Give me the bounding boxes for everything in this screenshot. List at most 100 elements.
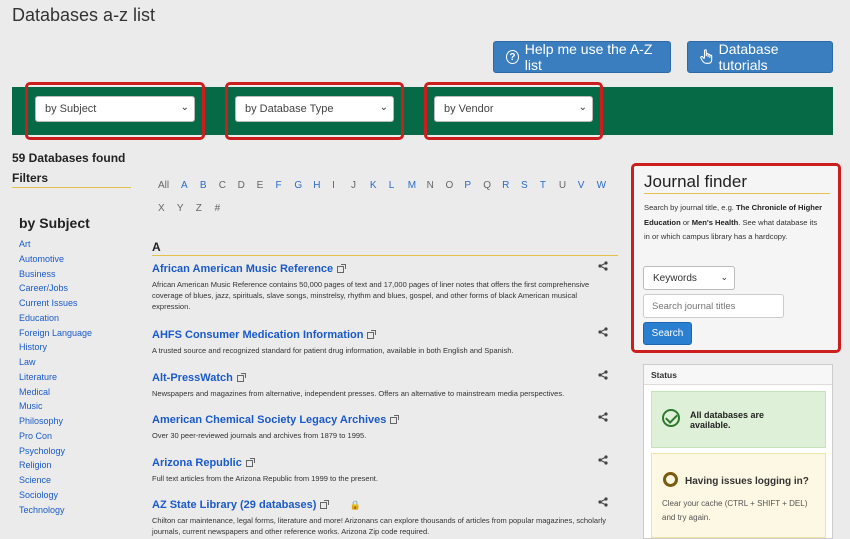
database-item: AZ State Library (29 databases) 🔒 Chilton … — [152, 497, 616, 537]
database-description: African American Music Reference contain… — [152, 280, 590, 311]
az-letter[interactable]: L — [389, 180, 408, 191]
database-item: African American Music Reference African … — [152, 261, 616, 312]
az-letter[interactable]: O — [445, 180, 464, 191]
subject-link[interactable]: Law — [19, 355, 92, 370]
az-letter[interactable]: C — [219, 180, 238, 191]
subject-link[interactable]: Philosophy — [19, 414, 92, 429]
status-ok-alert: All databases are available. — [651, 391, 826, 448]
subject-link[interactable]: Education — [19, 311, 92, 326]
subject-link[interactable]: Literature — [19, 370, 92, 385]
database-item: Alt-PressWatch Newspapers and magazines f… — [152, 370, 616, 399]
az-letter[interactable]: I — [332, 180, 351, 191]
login-issue-text: Clear your cache (CTRL + SHIFT + DEL) an… — [662, 499, 808, 522]
tutorials-button-label: Database tutorials — [718, 41, 779, 73]
subject-link[interactable]: History — [19, 340, 92, 355]
database-link[interactable]: AHFS Consumer Medication Information — [152, 329, 363, 341]
subject-link[interactable]: Pro Con — [19, 429, 92, 444]
database-link[interactable]: African American Music Reference — [152, 263, 333, 275]
subject-link[interactable]: Sociology — [19, 488, 92, 503]
subject-heading: by Subject — [19, 215, 90, 231]
type-filter-highlight: by Database Type ⌄ — [225, 82, 404, 140]
subject-link[interactable]: Science — [19, 473, 92, 488]
az-letter[interactable]: D — [238, 180, 257, 191]
az-letter[interactable]: T — [540, 180, 559, 191]
external-link-icon — [320, 499, 330, 509]
subject-link[interactable]: Foreign Language — [19, 326, 92, 341]
section-heading: A — [152, 240, 618, 256]
login-issue-alert: Having issues logging in? Clear your cac… — [651, 453, 826, 538]
vendor-dropdown[interactable]: by Vendor ⌄ — [434, 96, 593, 122]
subject-dropdown[interactable]: by Subject ⌄ — [35, 96, 195, 122]
question-circle-icon: ? — [506, 50, 519, 64]
external-link-icon — [390, 414, 400, 424]
az-letter[interactable]: F — [275, 180, 294, 191]
subject-link[interactable]: Psychology — [19, 444, 92, 459]
life-ring-icon — [663, 472, 678, 487]
database-link[interactable]: American Chemical Society Legacy Archive… — [152, 414, 386, 426]
database-link[interactable]: AZ State Library (29 databases) — [152, 499, 316, 511]
az-letter[interactable]: E — [257, 180, 276, 191]
az-letter[interactable]: W — [597, 180, 616, 191]
az-letter[interactable]: N — [427, 180, 446, 191]
share-icon[interactable] — [598, 412, 608, 422]
az-letter[interactable]: K — [370, 180, 389, 191]
az-letter[interactable]: M — [408, 180, 427, 191]
subject-link[interactable]: Religion — [19, 458, 92, 473]
subject-dropdown-value: by Subject — [45, 103, 97, 115]
database-item: AHFS Consumer Medication Information A tr… — [152, 327, 616, 356]
tutorials-button[interactable]: Database tutorials — [687, 41, 833, 73]
database-link[interactable]: Arizona Republic — [152, 457, 242, 469]
az-letter[interactable]: R — [502, 180, 521, 191]
subject-link[interactable]: Automotive — [19, 252, 92, 267]
az-letter[interactable]: J — [351, 180, 370, 191]
subject-link[interactable]: Current Issues — [19, 296, 92, 311]
az-index-row-1: All A B C D E F G H I J K L M N O P Q R S T U V W — [158, 180, 615, 191]
subject-link[interactable]: Music — [19, 399, 92, 414]
chevron-down-icon: ⌄ — [720, 272, 728, 282]
az-letter[interactable]: G — [294, 180, 313, 191]
help-button-label: Help me use the A-Z list — [524, 41, 653, 73]
az-letter[interactable]: A — [181, 180, 200, 191]
database-description: Full text articles from the Arizona Repu… — [152, 474, 378, 483]
az-letter[interactable]: X — [158, 203, 177, 214]
az-letter[interactable]: All — [158, 180, 181, 191]
subject-link[interactable]: Career/Jobs — [19, 281, 92, 296]
share-icon[interactable] — [598, 455, 608, 465]
az-index-row-2: X Y Z # — [158, 203, 234, 214]
az-letter[interactable]: # — [215, 203, 234, 214]
database-title-row: AHFS Consumer Medication Information — [152, 329, 616, 341]
help-button[interactable]: ? Help me use the A-Z list — [493, 41, 671, 73]
journal-finder: Journal finder Search by journal title, … — [631, 163, 841, 353]
external-link-icon — [236, 372, 246, 382]
subject-link[interactable]: Business — [19, 267, 92, 282]
check-circle-icon — [662, 409, 680, 427]
journal-search-button[interactable]: Search — [643, 322, 692, 345]
database-type-dropdown[interactable]: by Database Type ⌄ — [235, 96, 394, 122]
share-icon[interactable] — [598, 370, 608, 380]
external-link-icon — [337, 263, 347, 273]
status-heading: Status — [644, 365, 832, 385]
database-link[interactable]: Alt-PressWatch — [152, 372, 233, 384]
az-letter[interactable]: V — [578, 180, 597, 191]
database-title-row: Arizona Republic — [152, 457, 616, 469]
database-description: Over 30 peer-reviewed journals and archi… — [152, 431, 367, 440]
lock-icon: 🔒 — [349, 499, 361, 510]
chevron-down-icon: ⌄ — [180, 102, 189, 113]
az-letter[interactable]: H — [313, 180, 332, 191]
share-icon[interactable] — [598, 497, 608, 507]
pointer-hand-icon — [700, 49, 713, 64]
subject-link[interactable]: Technology — [19, 503, 92, 518]
journal-search-type-select[interactable]: Keywords ⌄ — [643, 266, 735, 290]
subject-link[interactable]: Art — [19, 237, 92, 252]
az-letter[interactable]: S — [521, 180, 540, 191]
az-letter[interactable]: Z — [196, 203, 215, 214]
az-letter[interactable]: B — [200, 180, 219, 191]
az-letter[interactable]: Y — [177, 203, 196, 214]
share-icon[interactable] — [598, 327, 608, 337]
az-letter[interactable]: P — [464, 180, 483, 191]
share-icon[interactable] — [598, 261, 608, 271]
journal-search-input[interactable] — [643, 294, 784, 318]
subject-link[interactable]: Medical — [19, 385, 92, 400]
az-letter[interactable]: Q — [483, 180, 502, 191]
az-letter[interactable]: U — [559, 180, 578, 191]
